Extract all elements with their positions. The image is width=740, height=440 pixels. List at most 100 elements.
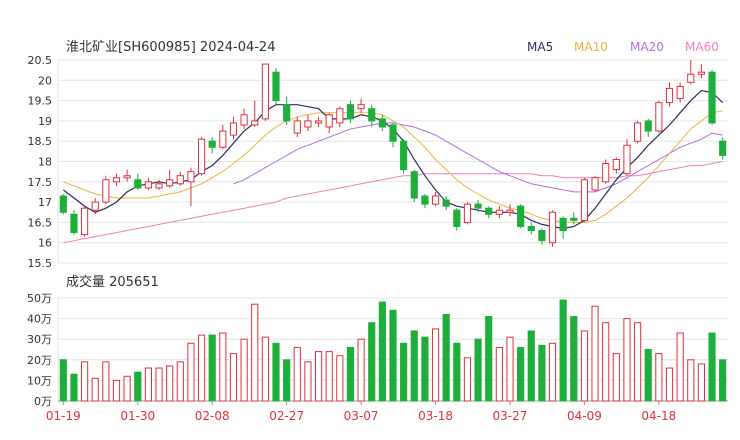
volume-bar [559, 299, 567, 402]
volume-bar [697, 363, 705, 402]
volume-bar [293, 346, 301, 402]
candle-body [655, 102, 663, 132]
candle [155, 179, 163, 190]
candle-body [219, 130, 227, 148]
candle [134, 173, 142, 190]
volume-bar [176, 361, 184, 402]
date-tick-label: 02-27 [269, 409, 304, 423]
candle-body [176, 175, 184, 185]
volume-bar [229, 353, 238, 402]
volume-bar [346, 346, 355, 402]
candle [346, 100, 355, 123]
candle-body [357, 104, 365, 110]
candle [517, 204, 525, 229]
volume-bar [197, 334, 206, 402]
volume-bar [665, 367, 674, 402]
candle-body [644, 120, 652, 132]
candle [261, 63, 269, 121]
volume-bar [538, 344, 546, 402]
candle [325, 112, 333, 134]
volume-bar [431, 328, 440, 402]
candle [697, 64, 705, 79]
candle [368, 104, 376, 127]
volume-bar [410, 330, 418, 402]
candle [293, 116, 301, 138]
volume-bar [336, 355, 344, 402]
candle [602, 159, 610, 184]
volume-tick-label: 20万 [27, 354, 52, 367]
volume-bar [314, 351, 323, 402]
candle [463, 202, 472, 225]
price-tick-label: 18.5 [28, 135, 53, 148]
candle-body [187, 171, 195, 183]
volume-bar [166, 365, 174, 402]
volume-bar [623, 318, 631, 402]
price-tick-label: 15.5 [28, 257, 53, 270]
candle-body [346, 104, 355, 120]
candle [687, 60, 695, 85]
volume-bar [400, 342, 408, 402]
volume-title: 成交量 205651 [66, 274, 159, 290]
candlestick-panel: 20.5 20 19.5 19 18.5 18 17.5 17 16.5 16 15.5 [28, 54, 728, 270]
candle-body [708, 71, 716, 124]
date-tick-label: 03-07 [344, 409, 379, 423]
candle [304, 114, 312, 132]
volume-bar [708, 332, 716, 402]
candle [176, 171, 184, 186]
volume-bar [357, 338, 365, 402]
volume-bar [123, 375, 131, 402]
candle [506, 204, 514, 217]
legend: MA5 MA10 MA20 MA60 [527, 40, 719, 54]
volume-bar [580, 330, 589, 402]
candle-body [431, 195, 440, 205]
candle-body [421, 195, 429, 205]
candle-body [134, 179, 142, 189]
volume-bar [261, 336, 269, 402]
volume-bar [495, 346, 503, 402]
volume-bar [506, 336, 514, 402]
candle [559, 216, 567, 239]
candle [219, 124, 227, 150]
chart-title: 淮北矿业[SH600985] 2024-04-24 [66, 40, 275, 55]
stock-chart-view: 淮北矿业[SH600985] 2024-04-24 MA5 MA10 MA20 MA6… [0, 0, 740, 440]
volume-bar [570, 316, 578, 402]
legend-item-ma20: MA20 [630, 40, 664, 54]
candle-body [102, 179, 110, 203]
volume-bar [634, 322, 642, 402]
date-tick-label: 01-30 [120, 409, 155, 423]
volume-bar [644, 349, 652, 402]
price-tick-label: 20.5 [28, 54, 53, 67]
candle-body [336, 108, 344, 124]
candle-body [602, 163, 610, 183]
legend-item-ma5: MA5 [527, 40, 553, 54]
volume-bar [485, 316, 493, 402]
volume-bar [272, 342, 280, 402]
price-tick-label: 19 [38, 115, 52, 128]
volume-bar [368, 322, 376, 402]
date-tick-label: 04-18 [641, 409, 676, 423]
candle [410, 169, 418, 203]
legend-item-ma10: MA10 [574, 40, 608, 54]
candle [272, 68, 280, 105]
candle-body [474, 203, 482, 209]
candle [102, 175, 110, 205]
volume-bar [453, 342, 461, 402]
candle [676, 82, 684, 103]
volume-bar [155, 367, 163, 402]
candle [580, 177, 589, 223]
candle-body [208, 140, 216, 148]
candle-body [70, 213, 78, 234]
volume-bar [655, 353, 663, 402]
volume-bar [219, 332, 227, 402]
candle-body [112, 177, 121, 183]
volume-bar [463, 357, 472, 402]
candle-body [580, 179, 589, 221]
volume-bar [474, 338, 482, 402]
price-tick-label: 16.5 [28, 216, 53, 229]
price-tick-label: 17.5 [28, 176, 53, 189]
volume-tick-label: 10万 [27, 374, 52, 387]
candle-body [591, 177, 599, 191]
candle-body [495, 209, 503, 215]
candle [112, 173, 121, 186]
candle [144, 177, 152, 190]
